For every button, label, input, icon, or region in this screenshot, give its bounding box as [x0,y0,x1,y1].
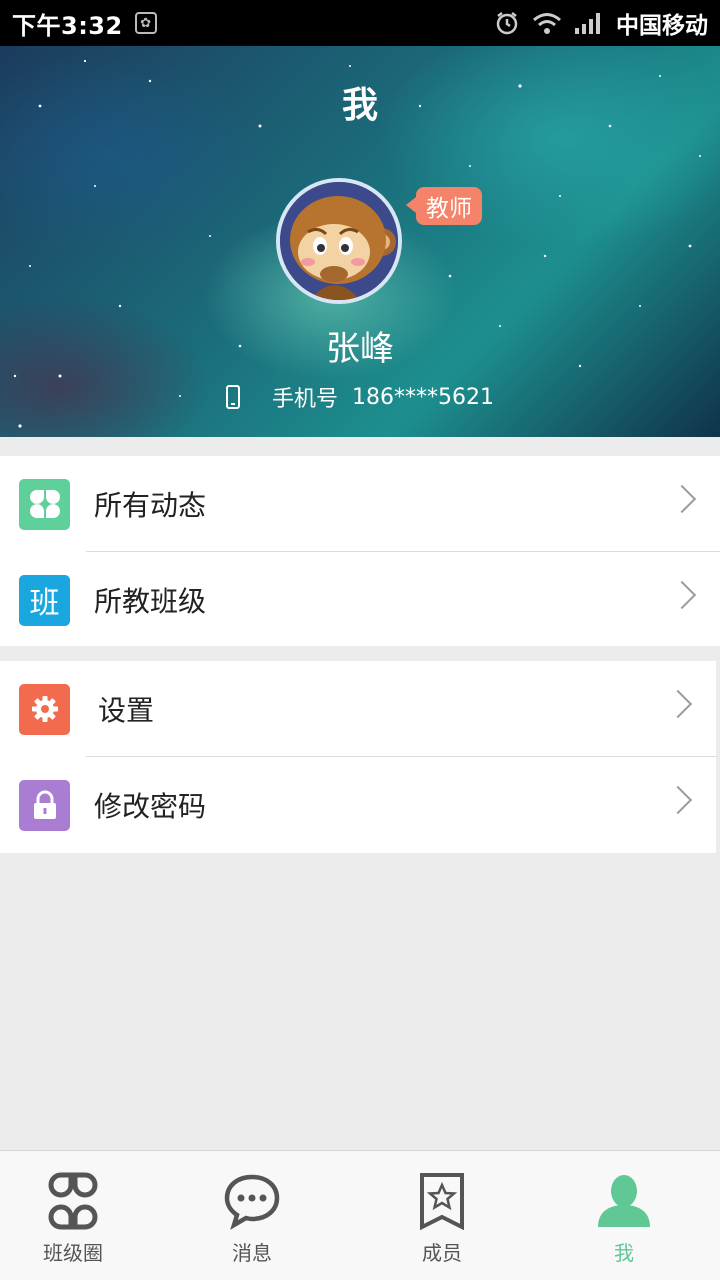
status-right: 中国移动 [494,6,708,40]
wifi-icon [533,13,561,34]
menu-item-label: 所教班级 [94,585,207,618]
alarm-icon [496,12,518,35]
menu-item-label: 设置 [98,694,155,727]
menu-item-change-password[interactable]: 修改密码 [0,757,716,853]
bookmark-star-icon [420,1173,464,1231]
clover-icon [19,478,70,530]
phone-number: 186****5621 [352,384,494,410]
clover-outline-icon [48,1172,98,1230]
chevron-right-icon [667,484,697,514]
page-title: 我 [341,85,378,126]
phone-row: 手机号 186****5621 [0,381,720,413]
menu-item-taught-classes[interactable]: 班 所教班级 [0,552,720,648]
chevron-right-icon [667,580,697,610]
tab-me[interactable]: 我 [564,1151,684,1280]
chevron-right-icon [663,689,693,719]
menu-group-activity: 所有动态 班 所教班级 [0,456,720,646]
class-icon: 班 [19,574,70,626]
menu-group-account: 设置 修改密码 [0,661,716,853]
menu-item-label: 修改密码 [94,790,207,823]
profile-header: 我 教师 张峰 手机号 186****5621 [0,46,720,437]
tab-label: 消息 [232,1241,272,1265]
tab-label: 成员 [422,1241,462,1265]
role-badge: 教师 [406,187,482,225]
chevron-right-icon [663,785,693,815]
chat-bubble-icon [224,1174,280,1230]
phone-label: 手机号 [272,387,339,412]
tab-members[interactable]: 成员 [382,1151,502,1280]
menu-item-all-activity[interactable]: 所有动态 [0,456,720,552]
signal-icon [575,13,600,34]
username: 张峰 [326,329,394,369]
tab-messages[interactable]: 消息 [192,1151,312,1280]
menu-item-settings[interactable]: 设置 [0,661,716,757]
gear-icon [19,683,70,735]
status-bar: 下午3:32 ✿ 中国移动 [0,0,720,46]
tab-label: 班级圈 [43,1241,103,1265]
tab-label: 我 [614,1241,634,1265]
tab-class-circle[interactable]: 班级圈 [13,1151,133,1280]
status-time: 下午3:32 [12,11,123,40]
carrier-name: 中国移动 [616,13,708,39]
person-icon [598,1175,650,1227]
menu-item-label: 所有动态 [94,489,207,522]
lock-icon [19,779,70,831]
notification-app-icon: ✿ [134,12,157,34]
mobile-phone-icon [226,385,240,409]
monkey-avatar-image [280,182,398,300]
bottom-tab-bar: 班级圈 消息 成员 我 [0,1150,720,1280]
avatar[interactable] [276,178,402,304]
